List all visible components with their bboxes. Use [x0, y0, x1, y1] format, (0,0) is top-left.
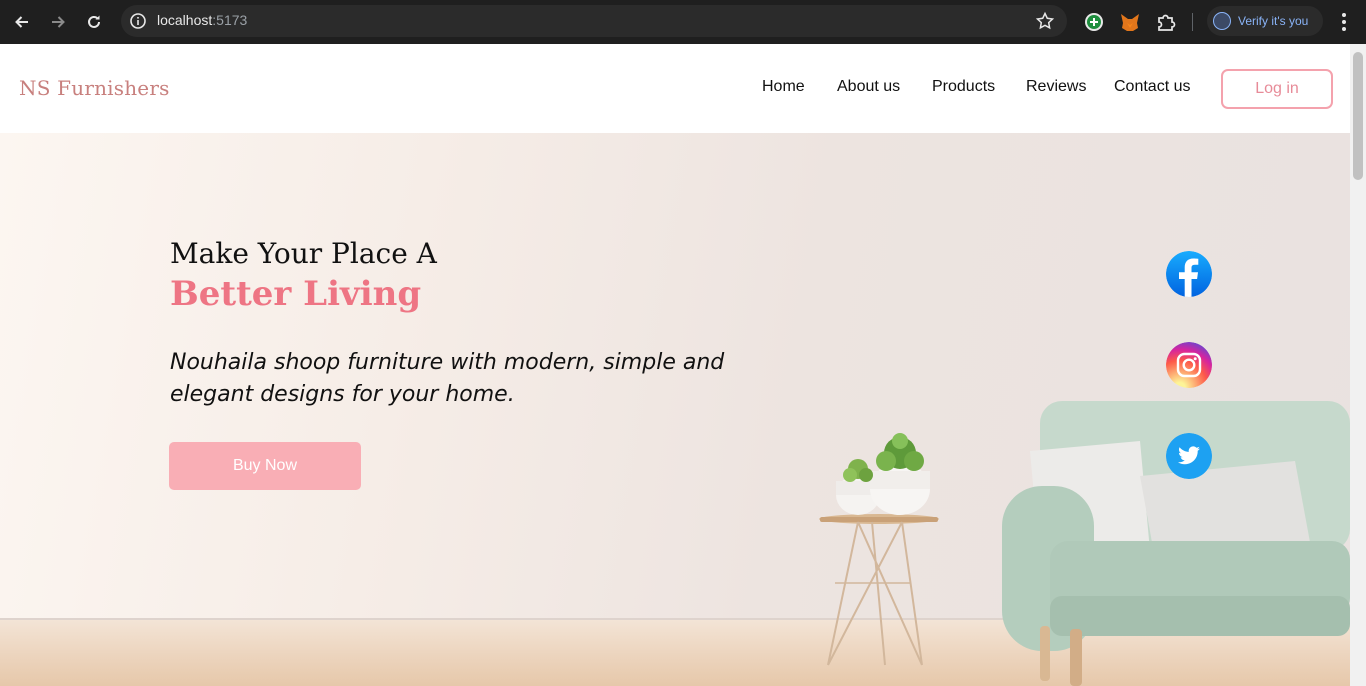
browser-toolbar: localhost:5173 Verify it's you: [0, 0, 1366, 44]
forward-icon[interactable]: [44, 8, 72, 36]
url-port: :5173: [212, 12, 248, 28]
nav-link-reviews[interactable]: Reviews: [1026, 78, 1086, 96]
navbar: NS Furnishers Home About us Products Rev…: [0, 44, 1350, 133]
profile-label: Verify it's you: [1238, 14, 1309, 28]
nav-link-home[interactable]: Home: [762, 78, 805, 96]
page-scrollbar[interactable]: [1350, 44, 1366, 686]
hero-title-line-1: Make Your Place A: [170, 237, 437, 270]
scrollbar-thumb[interactable]: [1353, 52, 1363, 180]
instagram-icon[interactable]: [1166, 342, 1212, 388]
page-viewport: NS Furnishers Home About us Products Rev…: [0, 44, 1350, 686]
site-info-icon[interactable]: [129, 12, 147, 30]
hero-section: Make Your Place A Better Living Nouhaila…: [0, 133, 1350, 686]
side-table-illustration: [819, 433, 939, 666]
profile-button[interactable]: Verify it's you: [1207, 6, 1323, 36]
profile-avatar-icon: [1213, 12, 1231, 30]
nav-link-about-us[interactable]: About us: [837, 78, 900, 96]
toolbar-divider: [1192, 13, 1193, 31]
url-host: localhost: [157, 12, 213, 28]
facebook-icon[interactable]: [1166, 251, 1212, 297]
buy-now-button[interactable]: Buy Now: [169, 442, 361, 490]
brand-logo[interactable]: NS Furnishers: [19, 76, 170, 100]
hero-subtitle: Nouhaila shoop furniture with modern, si…: [170, 350, 725, 407]
address-bar[interactable]: localhost:5173: [121, 5, 1067, 37]
twitter-icon[interactable]: [1166, 433, 1212, 479]
bookmark-star-icon[interactable]: [1035, 11, 1055, 31]
address-text[interactable]: localhost:5173: [157, 12, 247, 28]
nav-link-products[interactable]: Products: [932, 78, 995, 96]
extension-add-icon[interactable]: [1083, 11, 1105, 33]
reload-icon[interactable]: [80, 8, 108, 36]
extensions-puzzle-icon[interactable]: [1155, 11, 1177, 33]
metamask-fox-icon[interactable]: [1119, 11, 1141, 33]
back-icon[interactable]: [8, 8, 36, 36]
hero-title-line-2: Better Living: [170, 274, 422, 314]
login-button[interactable]: Log in: [1221, 69, 1333, 109]
nav-link-contact-us[interactable]: Contact us: [1114, 78, 1190, 96]
menu-kebab-icon[interactable]: [1333, 10, 1355, 34]
